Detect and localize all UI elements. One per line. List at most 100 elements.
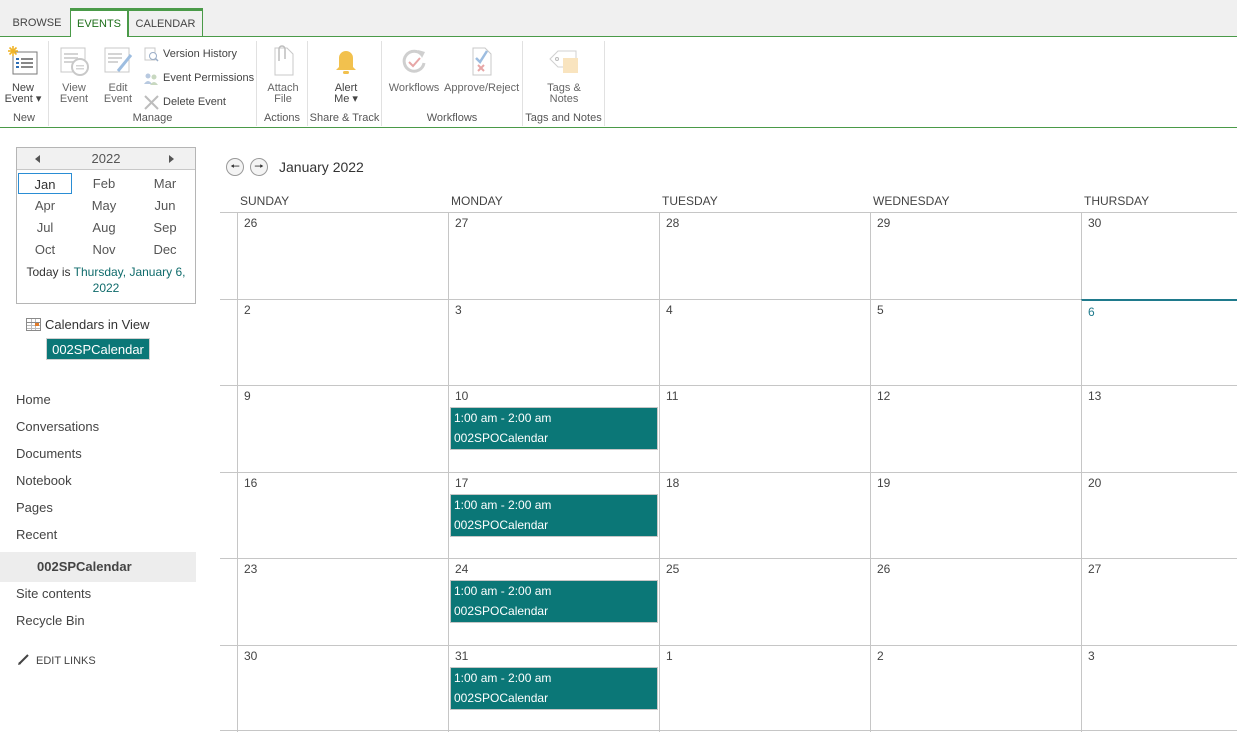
day-number[interactable]: 5 [877, 303, 884, 317]
calendar-event[interactable]: 1:00 am - 2:00 am 002SPOCalendar [450, 493, 658, 537]
day-cell[interactable]: 11 [659, 386, 870, 472]
day-number[interactable]: 3 [455, 303, 462, 317]
day-cell[interactable]: 26 [237, 213, 448, 299]
month-nov[interactable]: Nov [72, 239, 136, 260]
day-number[interactable]: 3 [1088, 649, 1095, 663]
month-may[interactable]: May [72, 195, 136, 216]
day-cell[interactable]: 23 [237, 559, 448, 645]
day-cell[interactable]: 3 [448, 299, 659, 386]
day-number[interactable]: 16 [244, 476, 257, 490]
day-number[interactable]: 29 [877, 216, 890, 230]
day-number[interactable]: 30 [244, 649, 257, 663]
day-number[interactable]: 30 [1088, 216, 1101, 230]
day-cell[interactable]: 1 [659, 645, 870, 732]
day-number[interactable]: 26 [877, 562, 890, 576]
day-number[interactable]: 2 [877, 649, 884, 663]
month-aug[interactable]: Aug [72, 217, 136, 238]
attach-file-button[interactable]: Attach File [265, 45, 301, 105]
month-sep[interactable]: Sep [136, 217, 194, 238]
day-number[interactable]: 13 [1088, 389, 1101, 403]
day-cell[interactable]: 9 [237, 386, 448, 472]
day-cell[interactable]: 13 [1081, 386, 1237, 472]
today-link-year[interactable]: 2022 [93, 281, 120, 295]
approve-reject-button[interactable]: Approve/Reject [444, 45, 519, 94]
month-dec[interactable]: Dec [136, 239, 194, 260]
day-number[interactable]: 27 [1088, 562, 1101, 576]
day-cell[interactable]: 2 [870, 645, 1081, 732]
day-number[interactable]: 27 [455, 216, 468, 230]
day-cell[interactable]: 4 [659, 299, 870, 386]
calendar-event[interactable]: 1:00 am - 2:00 am 002SPOCalendar [450, 666, 658, 710]
calendar-event[interactable]: 1:00 am - 2:00 am 002SPOCalendar [450, 407, 658, 450]
calendar-chip[interactable]: 002SPCalendar [46, 338, 150, 360]
day-cell[interactable]: 20 [1081, 472, 1237, 559]
day-number[interactable]: 18 [666, 476, 679, 490]
day-cell[interactable]: 3 [1081, 645, 1237, 732]
view-event-button[interactable]: View Event [56, 45, 92, 105]
day-cell[interactable]: 30 [237, 645, 448, 732]
day-cell[interactable]: 30 [1081, 213, 1237, 299]
workflows-button[interactable]: Workflows [388, 45, 440, 94]
today-link[interactable]: Thursday, January 6, [74, 265, 186, 279]
day-number[interactable]: 10 [455, 389, 468, 403]
day-number[interactable]: 1 [666, 649, 673, 663]
day-cell[interactable]: 18 [659, 472, 870, 559]
previous-month-button[interactable]: 🠔 [226, 158, 244, 176]
nav-item-recent[interactable]: Recent [0, 525, 196, 552]
nav-item-documents[interactable]: Documents [0, 444, 196, 471]
next-month-button[interactable]: 🠖 [250, 158, 268, 176]
version-history-button[interactable]: Version History [144, 45, 237, 63]
day-cell[interactable]: 24 1:00 am - 2:00 am 002SPOCalendar [448, 559, 659, 645]
day-cell[interactable]: 16 [237, 472, 448, 559]
day-cell[interactable]: 10 1:00 am - 2:00 am 002SPOCalendar [448, 386, 659, 472]
day-cell[interactable]: 2 [237, 299, 448, 386]
event-permissions-button[interactable]: Event Permissions [144, 69, 254, 87]
tags-notes-button[interactable]: Tags & Notes [545, 45, 583, 105]
month-oct[interactable]: Oct [18, 239, 72, 260]
day-cell[interactable]: 17 1:00 am - 2:00 am 002SPOCalendar [448, 472, 659, 559]
next-year-arrow-icon[interactable] [163, 148, 183, 170]
day-cell[interactable]: 27 [1081, 559, 1237, 645]
month-apr[interactable]: Apr [18, 195, 72, 216]
day-cell[interactable]: 25 [659, 559, 870, 645]
day-number[interactable]: 12 [877, 389, 890, 403]
delete-event-button[interactable]: Delete Event [144, 93, 226, 111]
day-number[interactable]: 24 [455, 562, 468, 576]
nav-item-recent-calendar[interactable]: 002SPCalendar [0, 552, 196, 582]
nav-item-notebook[interactable]: Notebook [0, 471, 196, 498]
month-feb[interactable]: Feb [72, 173, 136, 194]
month-jun[interactable]: Jun [136, 195, 194, 216]
day-number[interactable]: 25 [666, 562, 679, 576]
day-cell[interactable]: 31 1:00 am - 2:00 am 002SPOCalendar [448, 645, 659, 732]
day-number[interactable]: 31 [455, 649, 468, 663]
day-number[interactable]: 6 [1088, 305, 1095, 319]
day-cell[interactable]: 5 [870, 299, 1081, 386]
nav-item-site-contents[interactable]: Site contents [0, 584, 196, 611]
calendar-event[interactable]: 1:00 am - 2:00 am 002SPOCalendar [450, 580, 658, 623]
month-jul[interactable]: Jul [18, 217, 72, 238]
day-number[interactable]: 20 [1088, 476, 1101, 490]
tab-calendar[interactable]: CALENDAR [128, 8, 203, 37]
month-mar[interactable]: Mar [136, 173, 194, 194]
day-cell[interactable]: 12 [870, 386, 1081, 472]
day-cell[interactable]: 26 [870, 559, 1081, 645]
new-event-button[interactable]: New Event ▾ [4, 45, 42, 105]
day-cell[interactable]: 27 [448, 213, 659, 299]
day-number[interactable]: 23 [244, 562, 257, 576]
tab-events[interactable]: EVENTS [70, 8, 128, 38]
edit-links-button[interactable]: EDIT LINKS [18, 653, 96, 668]
day-number[interactable]: 2 [244, 303, 251, 317]
nav-item-pages[interactable]: Pages [0, 498, 196, 525]
day-number[interactable]: 11 [666, 389, 678, 403]
day-cell-today[interactable]: 6 [1081, 298, 1237, 385]
tab-browse[interactable]: BROWSE [6, 8, 68, 37]
day-cell[interactable]: 29 [870, 213, 1081, 299]
day-number[interactable]: 4 [666, 303, 673, 317]
day-number[interactable]: 9 [244, 389, 251, 403]
day-cell[interactable]: 19 [870, 472, 1081, 559]
day-cell[interactable]: 28 [659, 213, 870, 299]
nav-item-home[interactable]: Home [0, 390, 196, 417]
day-number[interactable]: 26 [244, 216, 257, 230]
alert-me-button[interactable]: Alert Me ▾ [328, 45, 364, 105]
nav-item-conversations[interactable]: Conversations [0, 417, 196, 444]
